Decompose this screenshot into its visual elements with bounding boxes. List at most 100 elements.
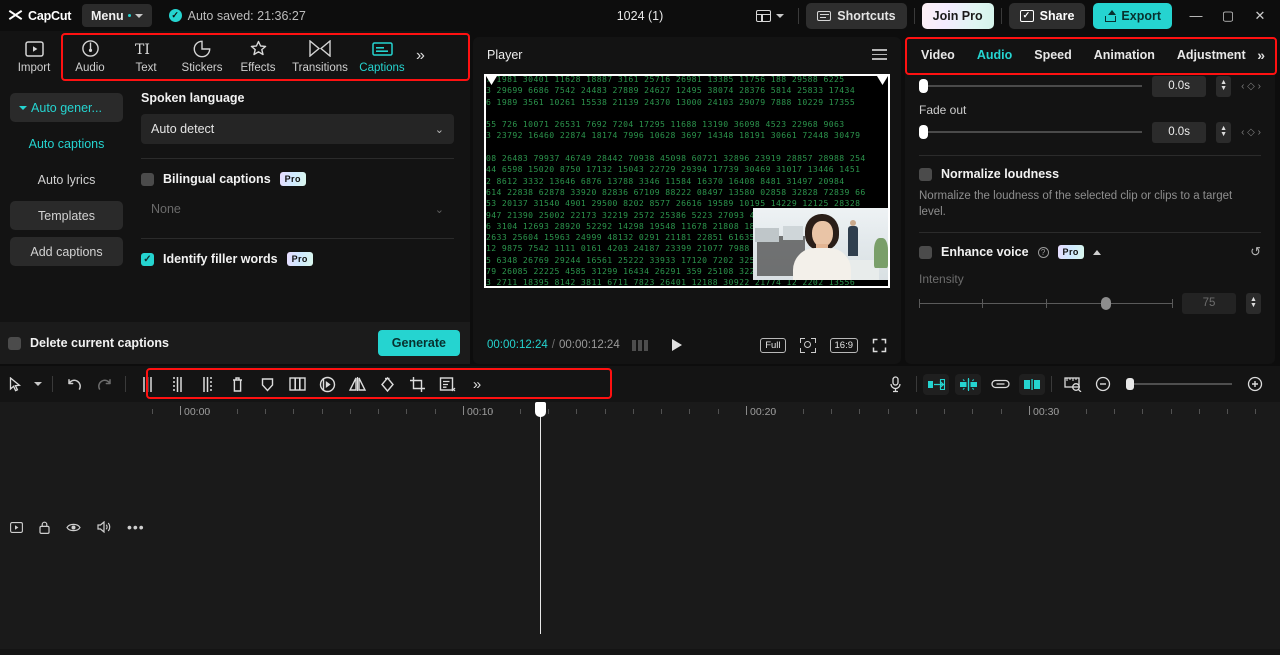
more-tabs-icon[interactable]: » xyxy=(1257,47,1265,63)
fade-out-keyframe-controls[interactable]: ‹ ◇ › xyxy=(1241,127,1261,138)
tab-adjustment[interactable]: Adjustment xyxy=(1177,48,1246,62)
fade-out-stepper[interactable]: ▲ ▼ xyxy=(1216,121,1232,143)
fade-in-keyframe-controls[interactable]: ‹ ◇ › xyxy=(1241,81,1261,92)
preview-scale-button[interactable] xyxy=(1058,370,1088,398)
undo-button[interactable] xyxy=(59,370,89,398)
trim-left-button[interactable] xyxy=(162,370,192,398)
tab-audio[interactable]: Audio xyxy=(977,48,1012,62)
fade-in-slider[interactable] xyxy=(919,79,1143,93)
tab-text[interactable]: TI Text xyxy=(118,39,174,74)
play-button[interactable] xyxy=(671,339,682,351)
tab-captions[interactable]: Captions xyxy=(354,39,410,74)
select-tool-dropdown[interactable] xyxy=(30,370,46,398)
timeline-ruler[interactable]: 00:00 00:10 00:20 00:30 xyxy=(0,402,1280,424)
tab-audio[interactable]: Audio xyxy=(62,39,118,74)
maximize-button[interactable]: ▢ xyxy=(1212,2,1244,30)
chevron-up-icon[interactable] xyxy=(1092,249,1101,255)
lock-icon[interactable] xyxy=(39,521,50,534)
join-pro-button[interactable]: Join Pro xyxy=(921,2,994,29)
layout-switch-button[interactable] xyxy=(749,4,791,28)
shortcuts-button[interactable]: Shortcuts xyxy=(806,2,907,29)
more-tools-button[interactable]: » xyxy=(462,370,492,398)
mix-clips-button[interactable] xyxy=(1019,373,1045,395)
split-button[interactable] xyxy=(132,370,162,398)
track-type-icon[interactable] xyxy=(10,521,23,533)
record-voiceover-button[interactable] xyxy=(880,370,910,398)
speed-button[interactable] xyxy=(312,370,342,398)
auto-cut-button[interactable] xyxy=(923,373,949,395)
normalize-loudness-checkbox[interactable] xyxy=(919,167,932,181)
auto-snap-button[interactable] xyxy=(955,373,981,395)
freeze-button[interactable] xyxy=(252,370,282,398)
delete-button[interactable] xyxy=(222,370,252,398)
crop-button[interactable] xyxy=(402,370,432,398)
bilingual-captions-checkbox[interactable] xyxy=(141,172,154,186)
generate-button[interactable]: Generate xyxy=(377,330,460,356)
tab-import[interactable]: Import xyxy=(6,39,62,74)
aspect-ratio-button[interactable]: 16:9 xyxy=(829,337,858,353)
bilingual-captions-row[interactable]: Bilingual captions Pro xyxy=(141,172,454,186)
zoom-preview-icon[interactable] xyxy=(799,337,816,353)
mirror-button[interactable] xyxy=(342,370,372,398)
playhead-handle[interactable] xyxy=(535,402,546,417)
frame-grid-icon[interactable] xyxy=(631,339,648,351)
share-button[interactable]: Share xyxy=(1008,2,1086,29)
slider-knob[interactable] xyxy=(1101,296,1112,310)
intensity-slider[interactable] xyxy=(919,296,1173,310)
trim-right-button[interactable] xyxy=(192,370,222,398)
sidebar-item-add-captions[interactable]: Add captions xyxy=(10,237,123,266)
zoom-out-button[interactable] xyxy=(1088,370,1118,398)
identify-filler-words-row[interactable]: ✓ Identify filler words Pro xyxy=(141,252,454,266)
intensity-value[interactable]: 75 xyxy=(1182,292,1236,314)
normalize-loudness-row[interactable]: Normalize loudness xyxy=(919,167,1261,181)
select-tool-button[interactable] xyxy=(0,370,30,398)
playhead[interactable] xyxy=(535,402,546,634)
more-tabs-icon[interactable]: » xyxy=(416,47,425,65)
auto-caption-button[interactable] xyxy=(432,370,462,398)
intensity-stepper[interactable]: ▲ ▼ xyxy=(1246,292,1261,314)
enhance-voice-checkbox[interactable] xyxy=(919,245,932,259)
close-button[interactable]: ✕ xyxy=(1244,2,1276,30)
sidebar-item-auto-generate[interactable]: Auto gener... xyxy=(10,93,123,122)
export-label: Export xyxy=(1121,8,1161,23)
menu-button[interactable]: Menu xyxy=(82,4,152,27)
slider-knob[interactable] xyxy=(919,125,928,139)
fade-out-value[interactable]: 0.0s xyxy=(1152,121,1207,143)
fade-in-value[interactable]: 0.0s xyxy=(1152,75,1207,97)
tab-speed[interactable]: Speed xyxy=(1034,48,1072,62)
redo-button[interactable] xyxy=(89,370,119,398)
tab-transitions[interactable]: Transitions xyxy=(286,39,354,74)
fade-out-slider[interactable] xyxy=(919,125,1143,139)
slider-knob[interactable] xyxy=(919,79,928,93)
zoom-in-button[interactable] xyxy=(1240,370,1270,398)
reverse-button[interactable] xyxy=(282,370,312,398)
spoken-language-select[interactable]: Auto detect ⌄ xyxy=(141,114,454,144)
tab-stickers[interactable]: Stickers xyxy=(174,39,230,74)
mute-speaker-icon[interactable] xyxy=(97,521,111,533)
tab-animation[interactable]: Animation xyxy=(1094,48,1155,62)
slider-knob[interactable] xyxy=(1126,378,1134,390)
bilingual-language-select[interactable]: None ⌄ xyxy=(141,194,454,224)
identify-filler-words-checkbox[interactable]: ✓ xyxy=(141,252,154,266)
link-clips-button[interactable] xyxy=(987,374,1013,395)
reset-icon[interactable]: ↺ xyxy=(1250,244,1261,260)
rotate-button[interactable] xyxy=(372,370,402,398)
visibility-eye-icon[interactable] xyxy=(66,522,81,533)
sidebar-item-auto-captions[interactable]: Auto captions xyxy=(10,129,123,158)
enhance-voice-row[interactable]: Enhance voice ? Pro ↺ xyxy=(919,244,1261,260)
sidebar-item-auto-lyrics[interactable]: Auto lyrics xyxy=(10,165,123,194)
tab-effects[interactable]: Effects xyxy=(230,39,286,74)
horizontal-scrollbar[interactable] xyxy=(0,649,1280,655)
timeline-zoom-slider[interactable] xyxy=(1126,378,1232,390)
fullscreen-icon[interactable] xyxy=(872,338,887,353)
quality-button[interactable]: Full xyxy=(760,337,786,353)
export-button[interactable]: Export xyxy=(1093,2,1172,29)
fade-in-stepper[interactable]: ▲ ▼ xyxy=(1216,75,1232,97)
tab-video[interactable]: Video xyxy=(921,48,955,62)
sidebar-item-templates[interactable]: Templates xyxy=(10,201,123,230)
player-menu-icon[interactable] xyxy=(872,46,887,63)
minimize-button[interactable]: — xyxy=(1180,2,1212,30)
delete-current-captions-checkbox[interactable] xyxy=(8,336,21,350)
info-icon[interactable]: ? xyxy=(1037,246,1049,258)
track-more-icon[interactable]: ••• xyxy=(127,519,145,535)
